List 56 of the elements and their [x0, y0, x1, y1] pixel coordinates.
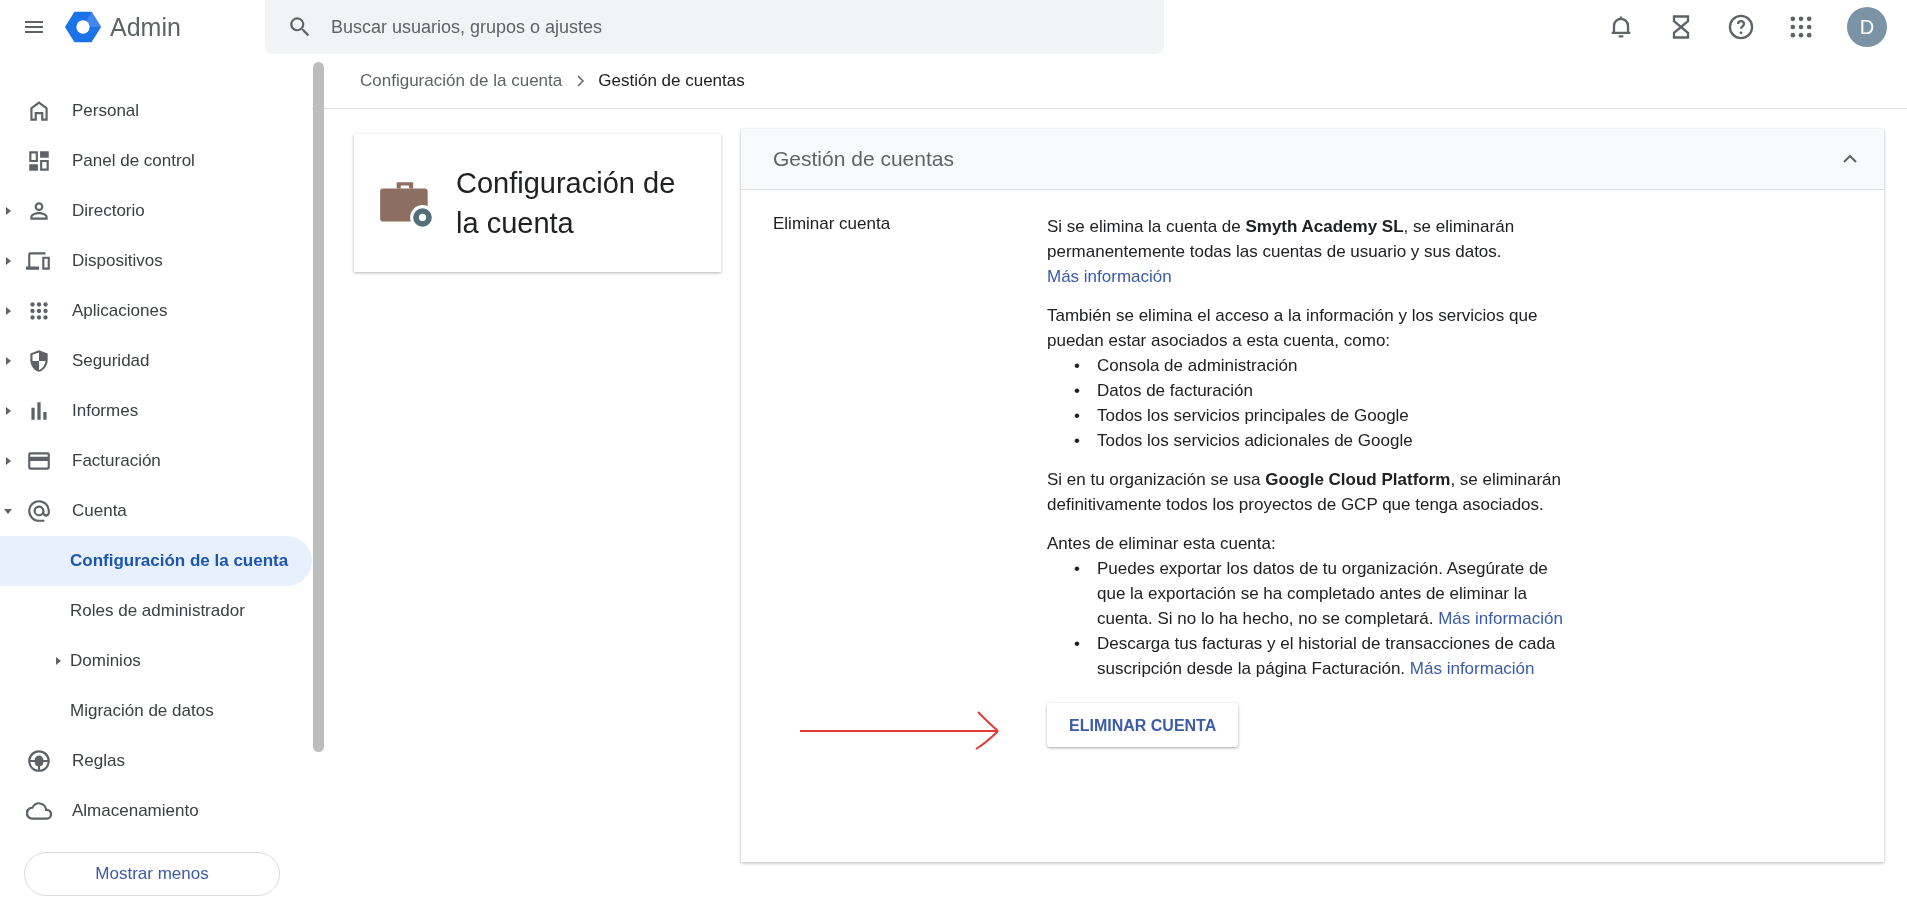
sidebar-item[interactable]: Informes [0, 386, 312, 436]
sidebar-item[interactable]: Migración de datos [0, 686, 312, 736]
sidebar-item[interactable]: Directorio [0, 186, 312, 236]
list-item: Descarga tus facturas y el historial de transacciones de cada suscripción desde la página Facturación. Más información [1097, 633, 1557, 680]
caret-icon[interactable] [3, 356, 13, 366]
caret-icon[interactable] [3, 306, 13, 316]
caret-icon[interactable] [3, 256, 13, 266]
sidebar-item[interactable]: Aplicaciones [0, 286, 312, 336]
link[interactable]: Más información [1409, 659, 1535, 678]
setting-label: Eliminar cuenta [772, 214, 892, 234]
section-title: Configuración de la cuenta [456, 166, 677, 241]
bullet: • [1073, 430, 1081, 452]
caret-icon[interactable] [3, 506, 13, 516]
sidebar-item[interactable]: Dispositivos [0, 236, 312, 286]
sidebar-item[interactable]: Personal [0, 86, 312, 136]
steering-wheel-icon [26, 748, 52, 774]
breadcrumb-item: Gestión de cuentas [598, 71, 745, 91]
panel-title: Gestión de cuentas [773, 147, 954, 171]
paragraph: Antes de eliminar esta cuenta: [1047, 533, 1277, 555]
help-icon[interactable] [1727, 13, 1755, 41]
list-item: Datos de facturación [1097, 380, 1253, 402]
sidebar-item[interactable]: Panel de control [0, 136, 312, 186]
link[interactable]: Más información [1438, 609, 1563, 628]
bullet: • [1073, 558, 1081, 580]
sidebar-item[interactable]: Configuración de la cuenta [0, 536, 312, 586]
dashboard-icon [26, 148, 52, 174]
list-item: Todos los servicios principales de Google [1097, 405, 1409, 427]
sidebar-item[interactable]: Reglas [0, 736, 312, 786]
bullet: • [1073, 405, 1081, 427]
delete-account-button[interactable]: ELIMINAR CUENTA [1047, 703, 1239, 747]
bullet: • [1073, 380, 1081, 402]
sidebar-item[interactable]: Roles de administrador [0, 586, 312, 636]
bullet: • [1073, 633, 1081, 655]
section-card[interactable]: Configuración de la cuenta [354, 134, 721, 272]
caret-icon[interactable] [3, 456, 13, 466]
bullet: • [1073, 355, 1081, 377]
caret-icon[interactable] [3, 406, 13, 416]
breadcrumb-item[interactable]: Configuración de la cuenta [360, 71, 563, 91]
sidebar-item[interactable]: Facturación [0, 436, 312, 486]
sidebar-item[interactable]: Seguridad [0, 336, 312, 386]
at-sign-icon [26, 498, 52, 524]
sidebar-item[interactable]: Almacenamiento [0, 786, 312, 836]
list-item: Todos los servicios adicionales de Google [1097, 430, 1413, 452]
paragraph: Si en tu organización se usa Google Cloud Platform, se eliminarán definitivamente todos los proyectos de GCP que tenga asociados. [1047, 469, 1562, 516]
caret-icon[interactable] [3, 206, 13, 216]
list-item: Puedes exportar los datos de tu organización. Asegúrate de que la exportación se ha completado antes de eliminar la cuenta. Si no lo ha hecho, no se completará. Más información [1097, 558, 1564, 630]
sidebar-item[interactable]: Cuenta [0, 486, 312, 536]
link[interactable]: Más información [1047, 267, 1172, 286]
list-item: Consola de administración [1097, 355, 1298, 377]
scrollbar[interactable] [313, 62, 324, 752]
show-less-button[interactable]: Mostrar menos [24, 852, 280, 896]
paragraph: Si se elimina la cuenta de Smyth Academy SL, se eliminarán permanentemente todas las cuentas de usuario y sus datos. Más información [1047, 216, 1516, 288]
paragraph: También se elimina el acceso a la información y los servicios que puedan estar asociados a esta cuenta, como: [1047, 305, 1539, 352]
app-name: Admin [110, 12, 181, 42]
sidebar-item[interactable]: Dominios [0, 636, 312, 686]
caret-icon[interactable] [53, 656, 63, 666]
